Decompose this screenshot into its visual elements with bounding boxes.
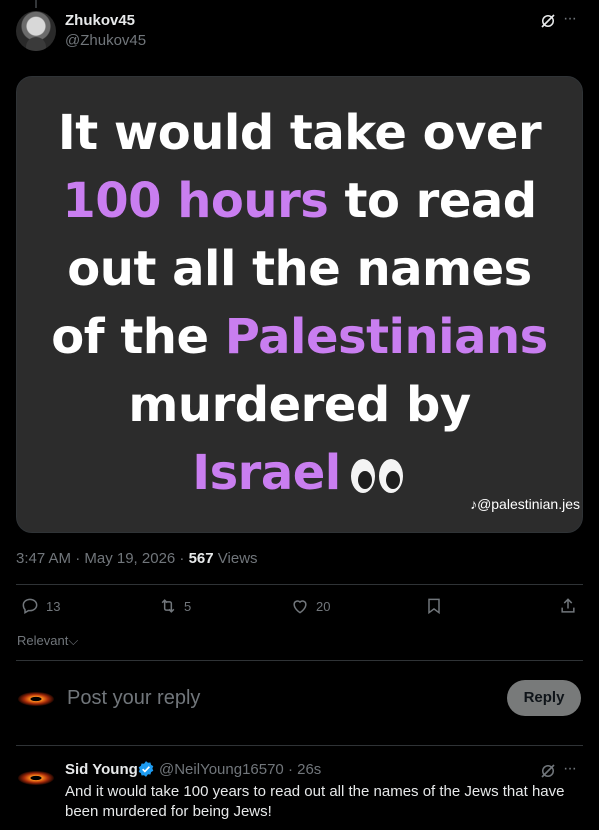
reply-action[interactable]: 13	[20, 596, 60, 616]
eyes-emoji-icon	[350, 459, 403, 493]
post-actions-bar: 13 5 20	[16, 596, 583, 622]
like-action[interactable]: 20	[290, 596, 330, 616]
views-count: 567	[188, 550, 214, 567]
media-line-5: murdered by	[128, 377, 471, 433]
author-handle[interactable]: @Zhukov45	[65, 32, 146, 49]
post-meta: 3:47 AM · May 19, 2026 · 567 Views	[16, 550, 258, 567]
repost-count: 5	[184, 598, 192, 614]
more-options-icon[interactable]: ···	[563, 11, 581, 30]
repost-icon	[161, 599, 175, 613]
repost-action[interactable]: 5	[158, 596, 191, 616]
share-action[interactable]	[558, 596, 578, 616]
views-label: Views	[213, 550, 258, 567]
media-line-2: 100 hours to read	[62, 173, 537, 229]
comment-author-name[interactable]: Sid Young	[65, 761, 138, 778]
comment-item[interactable]: Sid Young @NeilYoung16570 · 26s ··· And …	[16, 756, 583, 830]
media-line-1: It would take over	[57, 105, 542, 161]
avatar[interactable]	[16, 758, 56, 798]
avatar[interactable]	[16, 11, 56, 51]
tiktok-watermark: ♪@palestinian.jes	[470, 496, 580, 512]
media-line-3: out all the names	[67, 241, 532, 297]
media-line-4: of the Palestinians	[51, 309, 548, 365]
sort-label: Relevant	[17, 633, 69, 648]
heart-icon	[293, 600, 307, 614]
more-options-icon[interactable]: ···	[563, 761, 581, 780]
divider	[16, 660, 583, 661]
grok-icon[interactable]	[539, 12, 557, 30]
reply-composer: Post your reply Reply	[16, 677, 583, 721]
bookmark-action[interactable]	[424, 596, 444, 616]
divider	[16, 745, 583, 746]
tiktok-icon: ♪	[470, 496, 478, 512]
post-media-image[interactable]: It would take over 100 hours to read out…	[16, 76, 583, 533]
reply-icon	[22, 598, 38, 614]
like-count: 20	[316, 598, 331, 614]
reply-button[interactable]: Reply	[507, 680, 581, 716]
comment-author-handle-time[interactable]: @NeilYoung16570 · 26s	[159, 761, 321, 778]
author-display-name[interactable]: Zhukov45	[65, 12, 135, 29]
bookmark-icon	[428, 598, 440, 615]
chevron-down-icon: ⌵	[68, 633, 79, 648]
current-user-avatar[interactable]	[16, 679, 56, 719]
divider	[16, 584, 583, 585]
verified-badge-icon[interactable]	[137, 760, 155, 778]
comment-text: And it would take 100 years to read out …	[65, 783, 565, 820]
post-timestamp[interactable]: 3:47 AM · May 19, 2026 ·	[16, 550, 189, 567]
reply-count: 13	[46, 598, 61, 614]
post-header: Zhukov45 @Zhukov45 ···	[16, 10, 583, 54]
grok-icon[interactable]	[539, 762, 557, 780]
reply-input[interactable]: Post your reply	[67, 687, 200, 710]
reply-sort-dropdown[interactable]: Relevant⌵	[17, 633, 78, 649]
share-icon	[561, 598, 575, 613]
thread-connector	[35, 0, 37, 8]
